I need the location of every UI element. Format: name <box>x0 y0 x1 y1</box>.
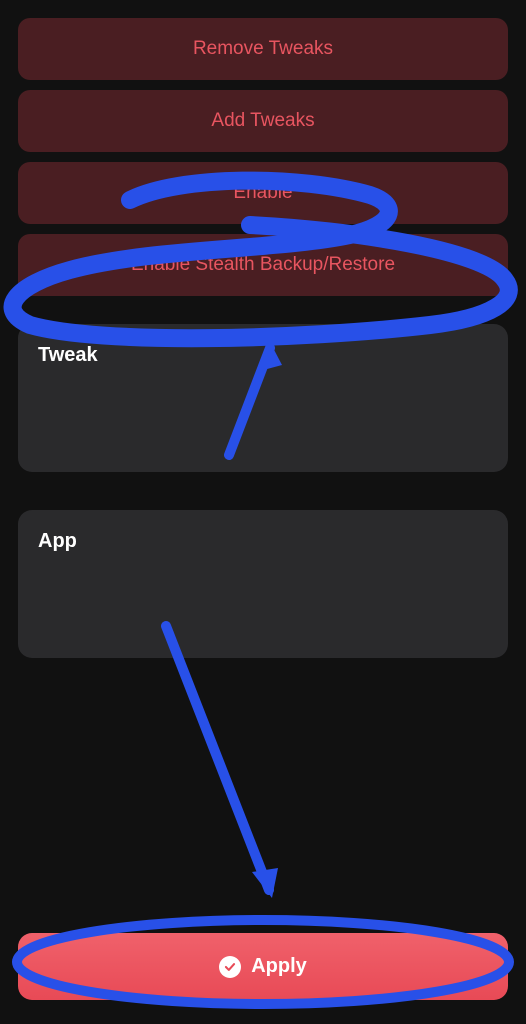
tweak-section-title: Tweak <box>38 344 488 367</box>
apply-button[interactable]: Apply <box>18 933 508 1000</box>
apply-button-label: Apply <box>251 955 307 978</box>
app-section[interactable]: App <box>18 510 508 658</box>
remove-tweaks-button[interactable]: Remove Tweaks <box>18 18 508 80</box>
add-tweaks-button[interactable]: Add Tweaks <box>18 90 508 152</box>
enable-hidden-button[interactable]: Enable <box>18 162 508 224</box>
check-circle-icon <box>219 956 241 978</box>
tweak-section[interactable]: Tweak <box>18 324 508 472</box>
enable-stealth-backup-button[interactable]: Enable Stealth Backup/Restore <box>18 234 508 296</box>
main-container: Remove Tweaks Add Tweaks Enable Enable S… <box>0 0 526 1024</box>
app-section-title: App <box>38 530 488 553</box>
spacer <box>18 668 508 923</box>
